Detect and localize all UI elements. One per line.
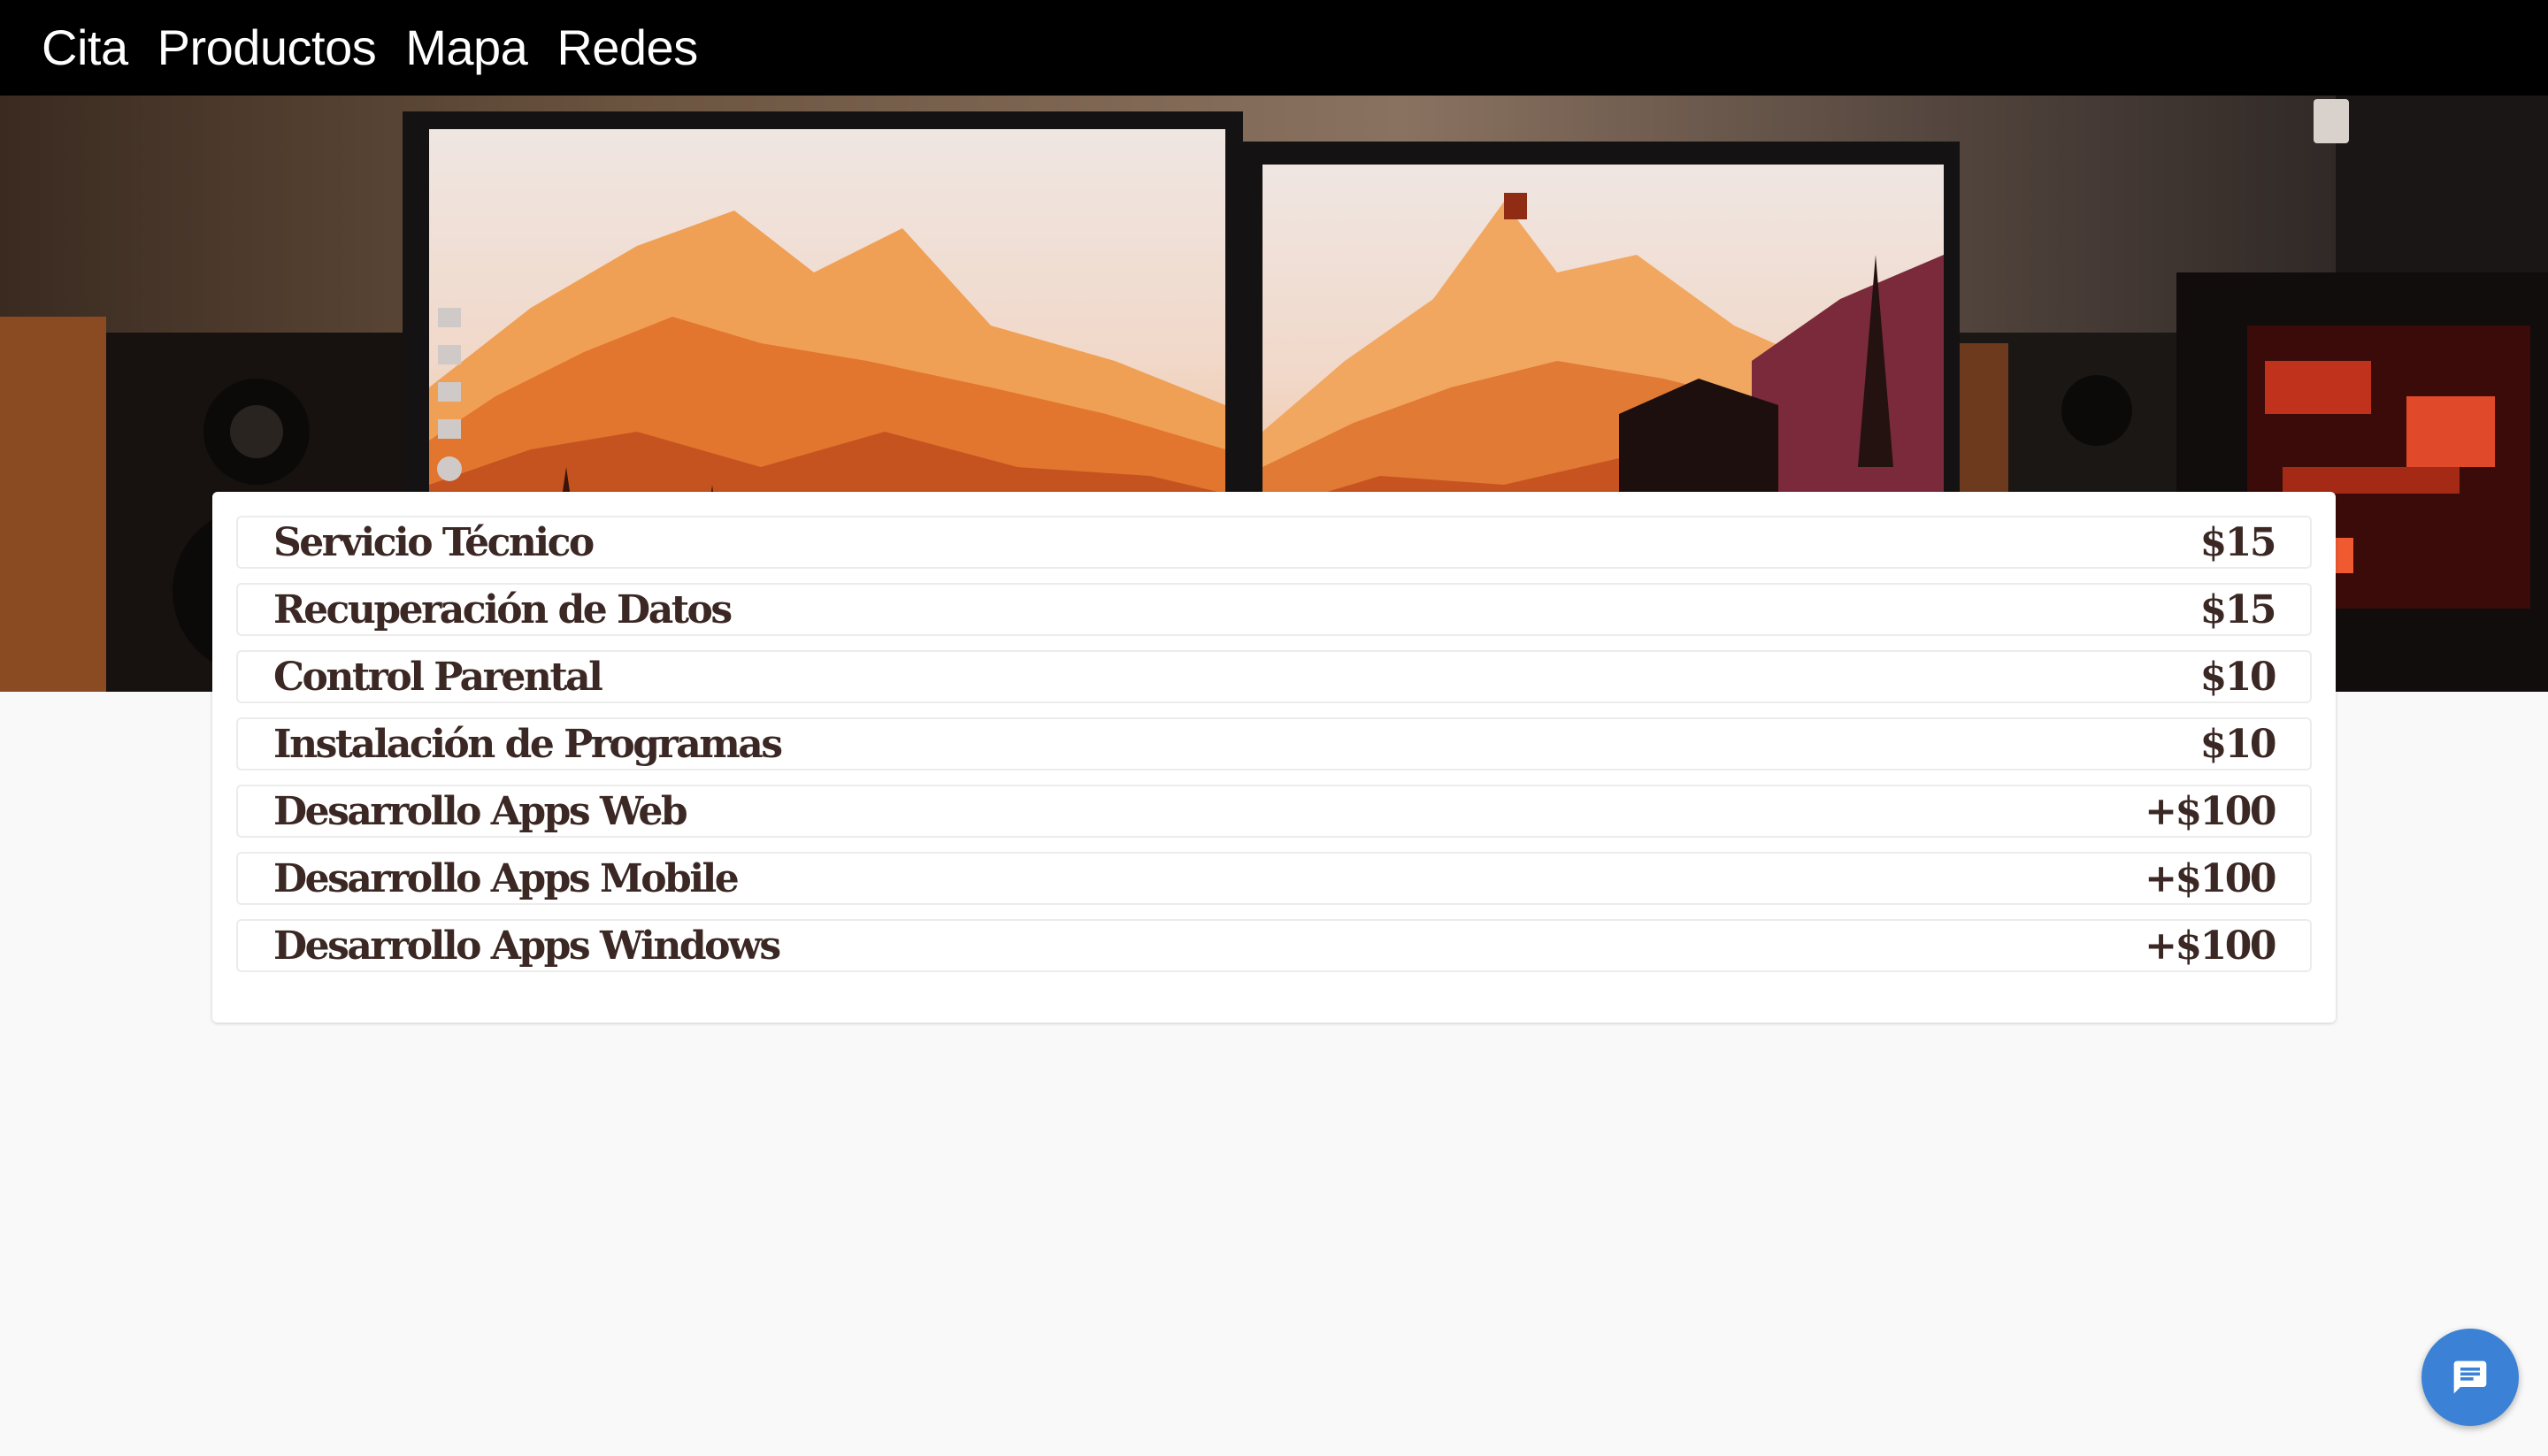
nav-link-cita[interactable]: Cita bbox=[42, 23, 128, 73]
nav-link-redes[interactable]: Redes bbox=[556, 23, 698, 73]
service-price: $15 bbox=[2199, 586, 2277, 632]
service-name: Desarrollo Apps Web bbox=[273, 788, 688, 834]
price-row: Recuperación de Datos $15 bbox=[236, 583, 2312, 636]
service-name: Servicio Técnico bbox=[273, 519, 595, 565]
service-name: Recuperación de Datos bbox=[273, 586, 733, 632]
service-name: Desarrollo Apps Windows bbox=[273, 923, 781, 969]
service-price: $15 bbox=[2199, 519, 2277, 565]
nav-link-mapa[interactable]: Mapa bbox=[405, 23, 528, 73]
service-name: Control Parental bbox=[273, 654, 603, 700]
chat-button[interactable] bbox=[2421, 1329, 2519, 1426]
service-price: $10 bbox=[2199, 721, 2277, 767]
service-price: +$100 bbox=[2145, 788, 2276, 834]
price-list-card: Servicio Técnico $15 Recuperación de Dat… bbox=[212, 492, 2336, 1023]
price-row: Desarrollo Apps Mobile +$100 bbox=[236, 852, 2312, 905]
price-row: Desarrollo Apps Windows +$100 bbox=[236, 919, 2312, 972]
top-navbar: Cita Productos Mapa Redes bbox=[0, 0, 2548, 96]
service-name: Desarrollo Apps Mobile bbox=[273, 855, 740, 901]
service-price: $10 bbox=[2199, 654, 2277, 700]
price-row: Desarrollo Apps Web +$100 bbox=[236, 785, 2312, 838]
nav-link-productos[interactable]: Productos bbox=[157, 23, 377, 73]
service-name: Instalación de Programas bbox=[273, 721, 783, 767]
chat-icon bbox=[2453, 1360, 2487, 1394]
service-price: +$100 bbox=[2145, 855, 2276, 901]
price-row: Control Parental $10 bbox=[236, 650, 2312, 703]
price-row: Servicio Técnico $15 bbox=[236, 516, 2312, 569]
service-price: +$100 bbox=[2145, 923, 2276, 969]
price-row: Instalación de Programas $10 bbox=[236, 717, 2312, 770]
